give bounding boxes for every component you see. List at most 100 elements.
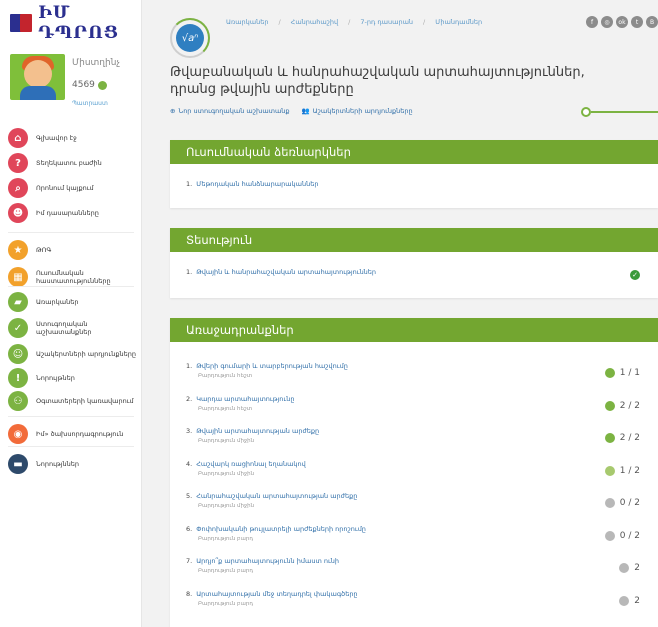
twitter-icon[interactable]: t [631, 16, 643, 28]
profile-link[interactable]: Պատրաստ [72, 100, 108, 107]
breadcrumb-monomials[interactable]: Միանդամներ [435, 18, 482, 26]
exercise-link[interactable]: Արտահայտության մեջ տեղադրել փակագծերը [196, 590, 357, 598]
instagram-icon[interactable]: ◎ [601, 16, 613, 28]
exercise-score: 2 [619, 595, 640, 606]
users-icon: ⚇ [8, 391, 28, 411]
score-value: 0 / 2 [619, 530, 640, 541]
main-content: √aⁿ Առարկաներ / Հանրահաշիվ / 7-րդ դասարա… [142, 0, 658, 627]
exclamation-icon: ! [8, 368, 28, 388]
sidebar-item-label: Իմ» ծախսորդագրություն [36, 430, 124, 438]
item-number: 6. [186, 524, 193, 533]
student-results-button[interactable]: 👥 Աշակերտների արդյունքները [302, 107, 413, 115]
exercises-header: Առաջադրանքներ [170, 318, 658, 342]
item-number: 7. [186, 557, 193, 565]
question-icon: ? [8, 153, 28, 173]
exercise-link[interactable]: Հանրահաշվական արտահայտության արժեքը [196, 492, 357, 500]
progress-icon [604, 433, 615, 443]
exercise-row: 8. Արտահայտության մեջ տեղադրել փակագծերը Բ… [186, 590, 358, 607]
building-icon: ▦ [8, 267, 28, 287]
check-icon: ✓ [630, 270, 640, 280]
star-icon: ★ [8, 240, 28, 260]
difficulty-label: Բարդություն հեշտ [198, 373, 253, 379]
plus-circle-icon: ⊕ [170, 107, 176, 115]
sidebar-item-question[interactable]: ? Տեղեկատու բաժին [8, 153, 138, 173]
facebook-icon[interactable]: f [586, 16, 598, 28]
sidebar-item-chat[interactable]: ▬ Նորությններ [8, 454, 138, 474]
new-test-label: Նոր ստուգողական աշխատանք [178, 107, 290, 115]
topic-actions: ⊕ Նոր ստուգողական աշխատանք 👥 Աշակերտների ա… [170, 107, 413, 115]
sidebar-item-label: Ստուգողական աշխատանքներ [36, 320, 92, 336]
exercise-row: 7. Արդյո՞ք արտահայտությունն իմաստ ունի Բար… [186, 557, 339, 574]
item-number: 1. [186, 268, 193, 276]
exercise-link[interactable]: Թվային արտահայտության արժեքը [196, 427, 319, 435]
progress-icon [604, 368, 615, 378]
sidebar-item-label: Նորույթներ [36, 374, 75, 382]
progress-icon [604, 465, 615, 476]
exercise-score: 2 / 2 [604, 433, 640, 443]
progress-line [591, 111, 658, 113]
sidebar-item-wallet[interactable]: ◉ Իմ» ծախսորդագրություն [8, 424, 138, 444]
score-value: 1 / 2 [619, 465, 640, 476]
theory-status: ✓ [630, 270, 640, 280]
profile-name[interactable]: Միստղինչ [72, 58, 120, 68]
item-number: 1. [186, 362, 193, 370]
avatar[interactable] [10, 54, 65, 100]
score-value: 2 [634, 595, 640, 606]
chat-icon: ▬ [8, 454, 28, 474]
book-icon [10, 14, 33, 32]
sidebar-item-users[interactable]: ⚇ Օգտատերերի կառավարում [8, 391, 138, 411]
exercise-link[interactable]: Թվերի գումարի և տարբերության հաշվումը [196, 362, 348, 370]
app-logo[interactable]: ԻՄ ԴՊՐՈՑ [10, 3, 141, 43]
coin-icon [97, 80, 107, 90]
sidebar-item-building[interactable]: ▦ Ուսումնական հաստատությունները [8, 267, 138, 287]
exercise-link[interactable]: Փոփոխականի թույլատրելի արժեքների որոշում… [196, 525, 366, 533]
social-links: f ◎ ok t В [586, 16, 658, 28]
nav-divider [8, 416, 134, 417]
sidebar-item-book[interactable]: ▰ Առարկաներ [8, 292, 138, 312]
breadcrumb-grade[interactable]: 7-րդ դասարան [360, 18, 413, 26]
sidebar-item-search[interactable]: ⌕ Որոնում կայքում [8, 178, 138, 198]
sidebar-item-exclamation[interactable]: ! Նորույթներ [8, 368, 138, 388]
wallet-icon: ◉ [8, 424, 28, 444]
vk-icon[interactable]: В [646, 16, 658, 28]
sidebar-item-check[interactable]: ✓ Ստուգողական աշխատանքներ [8, 318, 138, 338]
user-profile: Միստղինչ 4569 Պատրաստ [10, 54, 136, 112]
progress-icon [604, 498, 615, 508]
exercise-row: 1. Թվերի գումարի և տարբերության հաշվումը Բ… [186, 362, 348, 379]
sidebar-item-person[interactable]: ☻ Իմ դասարանները [8, 203, 138, 223]
item-number: 4. [186, 459, 193, 468]
breadcrumb: Առարկաներ / Հանրահաշիվ / 7-րդ դասարան / … [226, 18, 482, 26]
sidebar-item-label: Օգտատերերի կառավարում [36, 397, 134, 405]
sidebar-item-label: Իմ դասարանները [36, 209, 99, 217]
theory-card: Տեսություն 1. Թվային և հանրահաշվական արտա… [170, 228, 658, 298]
page-title: Թվաբանական և հանրահաշվական արտահայտությո… [170, 65, 585, 97]
sidebar-item-group[interactable]: ☺ Աշակերտների արդյունքները [8, 344, 138, 364]
sidebar-item-star[interactable]: ★ ԹՈԳ [8, 240, 138, 260]
item-number: 1. [186, 180, 193, 188]
item-number: 3. [186, 427, 193, 435]
item-link[interactable]: Թվային և հանրահաշվական արտահայտություննե… [196, 268, 376, 276]
difficulty-label: Բարդություն բարդ [198, 600, 254, 607]
sidebar-item-home[interactable]: ⌂ Գլխավոր էջ [8, 128, 138, 148]
exercise-link[interactable]: Հաշվարկ ռացիոնալ եղանակով [196, 460, 306, 468]
new-test-button[interactable]: ⊕ Նոր ստուգողական աշխատանք [170, 107, 290, 115]
exercise-link[interactable]: Արդյո՞ք արտահայտությունն իմաստ ունի [196, 557, 339, 565]
sidebar-item-label: Որոնում կայքում [36, 184, 94, 192]
item-link[interactable]: Մեթոդական հանձնարարականներ [196, 180, 318, 188]
score-value: 2 [634, 563, 640, 573]
breadcrumb-subjects[interactable]: Առարկաներ [226, 18, 268, 26]
sidebar: ԻՄ ԴՊՐՈՑ Միստղինչ 4569 Պատրաստ ⌂ Գլխավոր … [0, 0, 142, 627]
sidebar-item-label: Նորությններ [36, 460, 79, 468]
group-icon: ☺ [8, 344, 28, 364]
sqrt-icon: √aⁿ [176, 24, 204, 52]
difficulty-label: Բարդություն միջին [198, 470, 255, 477]
breadcrumb-algebra[interactable]: Հանրահաշիվ [291, 18, 339, 26]
topic-logo: √aⁿ [170, 18, 210, 58]
study-guides-card: Ուսումնական ձեռնարկներ 1. Մեթոդական հանձն… [170, 140, 658, 208]
sidebar-item-label: Ուսումնական հաստատությունները [36, 269, 111, 285]
score-value: 2 / 2 [619, 433, 640, 443]
exercise-link[interactable]: Կարդա արտահայտությունը [196, 395, 294, 403]
search-icon: ⌕ [8, 178, 28, 198]
difficulty-label: Բարդություն հեշտ [198, 405, 253, 412]
odnoklassniki-icon[interactable]: ok [616, 16, 628, 28]
